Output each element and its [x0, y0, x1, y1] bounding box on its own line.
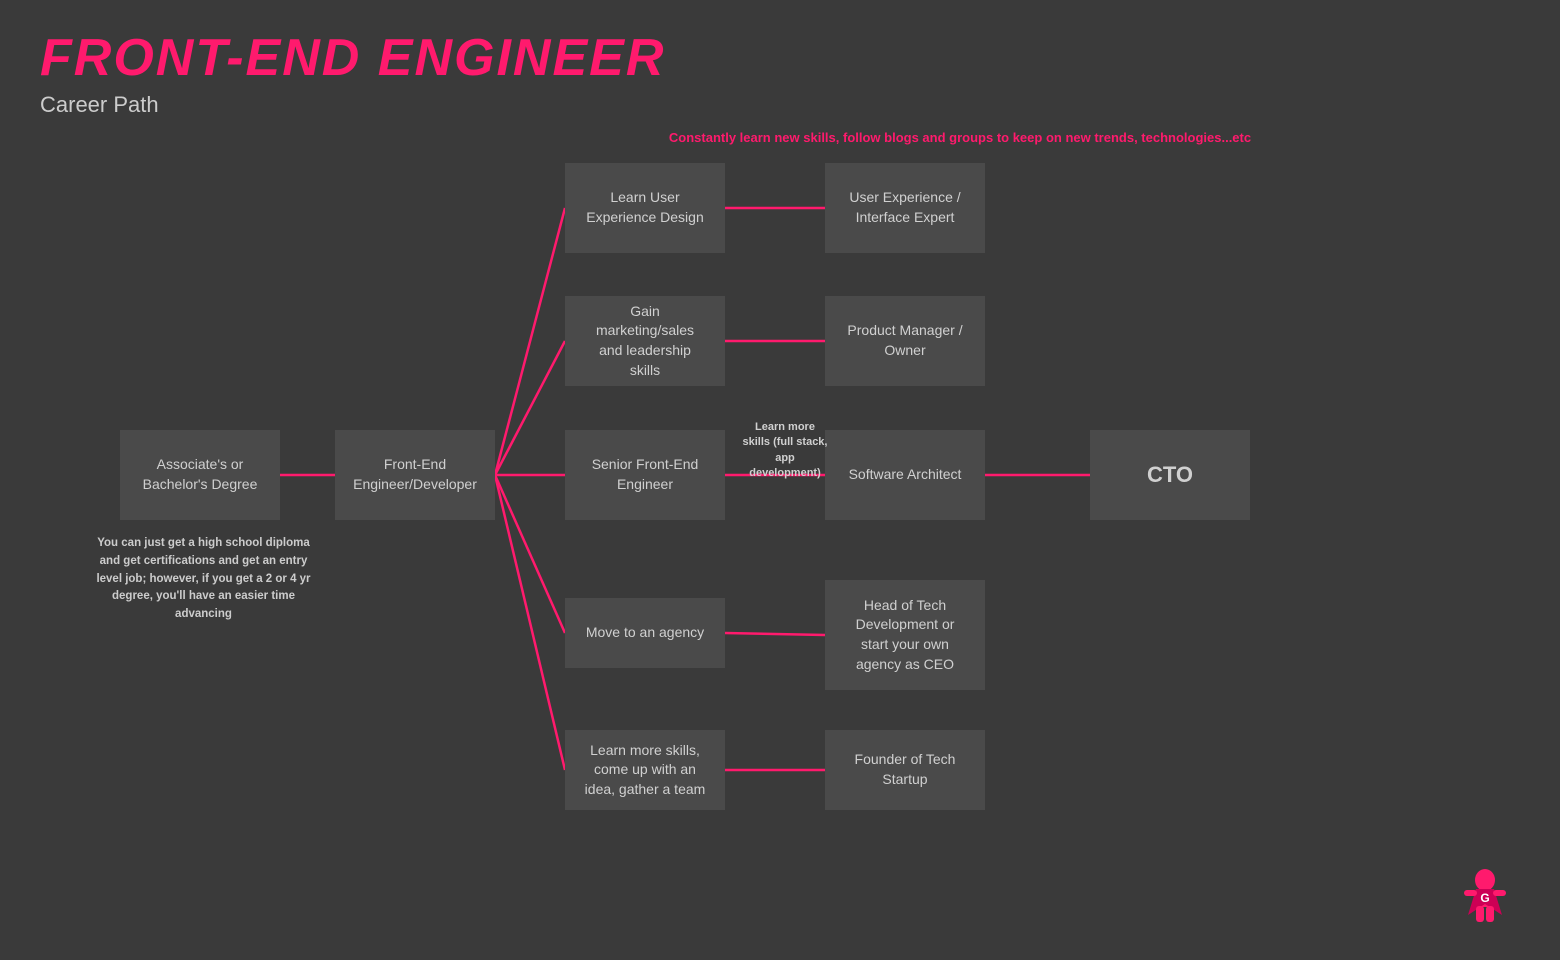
founder-box: Founder of TechStartup	[825, 730, 985, 810]
header: FRONT-END ENGINEER Career Path	[40, 28, 665, 118]
product-label: Product Manager /Owner	[847, 321, 962, 360]
top-note: Constantly learn new skills, follow blog…	[460, 130, 1460, 145]
degree-label: Associate's orBachelor's Degree	[143, 455, 258, 494]
ux-expert-box: User Experience /Interface Expert	[825, 163, 985, 253]
architect-box: Software Architect	[825, 430, 985, 520]
agency-label: Move to an agency	[586, 623, 704, 643]
ux-expert-label: User Experience /Interface Expert	[849, 188, 960, 227]
product-box: Product Manager /Owner	[825, 296, 985, 386]
degree-box: Associate's orBachelor's Degree	[120, 430, 280, 520]
svg-text:G: G	[1480, 891, 1489, 905]
founder-label: Founder of TechStartup	[855, 750, 956, 789]
degree-note: You can just get a high school diploma a…	[96, 535, 311, 624]
page-title: FRONT-END ENGINEER	[40, 28, 665, 88]
skills-startup-box: Learn more skills,come up with anidea, g…	[565, 730, 725, 810]
frontend-label: Front-EndEngineer/Developer	[353, 455, 477, 494]
logo: G	[1450, 860, 1520, 930]
cto-box: CTO	[1090, 430, 1250, 520]
page-subtitle: Career Path	[40, 92, 665, 118]
cto-label: CTO	[1147, 460, 1193, 491]
learn-more-label: Learn more skills (full stack, app devel…	[740, 420, 830, 482]
ux-learn-box: Learn UserExperience Design	[565, 163, 725, 253]
frontend-box: Front-EndEngineer/Developer	[335, 430, 495, 520]
architect-label: Software Architect	[849, 465, 962, 485]
senior-label: Senior Front-EndEngineer	[592, 455, 699, 494]
ux-learn-label: Learn UserExperience Design	[586, 188, 704, 227]
skills-startup-label: Learn more skills,come up with anidea, g…	[585, 741, 706, 800]
senior-box: Senior Front-EndEngineer	[565, 430, 725, 520]
headtech-label: Head of TechDevelopment orstart your own…	[856, 596, 955, 674]
agency-box: Move to an agency	[565, 598, 725, 668]
marketing-label: Gainmarketing/salesand leadershipskills	[596, 302, 694, 380]
marketing-box: Gainmarketing/salesand leadershipskills	[565, 296, 725, 386]
logo-svg: G	[1450, 860, 1520, 930]
headtech-box: Head of TechDevelopment orstart your own…	[825, 580, 985, 690]
